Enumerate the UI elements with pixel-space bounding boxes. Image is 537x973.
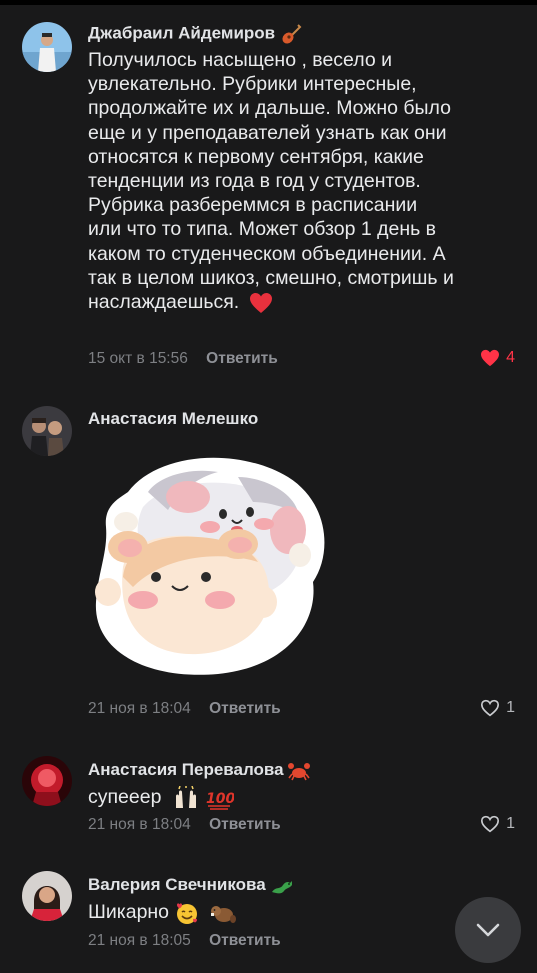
comment-author[interactable]: Анастасия Перевалова: [88, 760, 311, 781]
comment-date: 21 ноя в 18:05: [88, 932, 191, 949]
like-button[interactable]: 1: [480, 699, 515, 717]
comment-meta: 21 ноя в 18:05 Ответить: [88, 932, 281, 950]
comment-text: супееер 100: [88, 785, 235, 810]
like-count: 1: [506, 815, 515, 832]
top-strip: [0, 0, 537, 5]
comment-meta: 21 ноя в 18:04 Ответить: [88, 816, 281, 834]
avatar[interactable]: [22, 871, 72, 921]
comment-date: 15 окт в 15:56: [88, 350, 188, 367]
smiling-face-with-hearts-emoji-icon: [177, 903, 198, 924]
scroll-down-button[interactable]: [455, 897, 521, 963]
like-count: 4: [506, 349, 515, 366]
heart-filled-icon: [481, 349, 500, 367]
raising-hands-emoji-icon: [175, 785, 196, 808]
crab-emoji-icon: [288, 762, 311, 780]
comment-author[interactable]: Анастасия Мелешко: [88, 409, 258, 429]
beaver-emoji-icon: [210, 905, 236, 923]
comment-author[interactable]: Валерия Свечникова: [88, 875, 294, 896]
comment-text: Получилось насыщено , весело и увлекател…: [88, 49, 454, 314]
reply-button[interactable]: Ответить: [209, 816, 281, 833]
red-heart-emoji-icon: [249, 292, 272, 313]
sticker-image[interactable]: [88, 452, 328, 680]
hundred-points-emoji-icon: 100: [206, 791, 234, 810]
heart-outline-icon: [481, 815, 500, 833]
svg-text:100: 100: [206, 791, 234, 807]
reply-button[interactable]: Ответить: [209, 932, 281, 949]
comment-date: 21 ноя в 18:04: [88, 700, 191, 717]
avatar[interactable]: [22, 22, 72, 72]
guitar-emoji-icon: [282, 24, 302, 44]
heart-outline-icon: [481, 699, 500, 717]
comment-date: 21 ноя в 18:04: [88, 816, 191, 833]
like-button[interactable]: 4: [480, 349, 515, 367]
avatar[interactable]: [22, 406, 72, 456]
comment-meta: 15 окт в 15:56 Ответить: [88, 350, 278, 368]
reply-button[interactable]: Ответить: [209, 700, 281, 717]
dragon-emoji-icon: [272, 880, 293, 893]
chevron-down-icon: [476, 923, 500, 937]
comment-author[interactable]: Джабраил Айдемиров: [88, 23, 302, 45]
comment-meta: 21 ноя в 18:04 Ответить: [88, 700, 281, 718]
avatar[interactable]: [22, 756, 72, 806]
like-button[interactable]: 1: [480, 815, 515, 833]
comment-text: Шикарно: [88, 900, 518, 925]
reply-button[interactable]: Ответить: [206, 350, 278, 367]
like-count: 1: [506, 699, 515, 716]
